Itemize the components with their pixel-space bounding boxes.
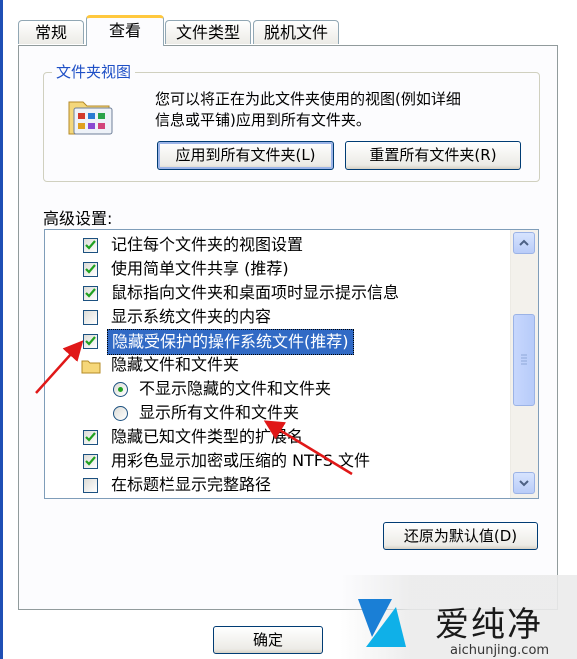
ok-button[interactable]: 确定	[213, 626, 323, 654]
watermark-logo-icon	[358, 599, 406, 647]
annotation-arrow-left-icon	[35, 340, 84, 394]
watermark: 爱纯净 aichunjing.com	[340, 575, 577, 659]
annotation-arrow-right-icon	[263, 420, 353, 476]
watermark-url: aichunjing.com	[450, 643, 550, 658]
annotation-arrows	[35, 340, 353, 476]
ok-button-label: 确定	[252, 631, 283, 649]
watermark-brand: 爱纯净	[435, 605, 543, 645]
tab-view[interactable]: 查看	[86, 15, 164, 46]
tab-view-label: 查看	[108, 21, 141, 40]
